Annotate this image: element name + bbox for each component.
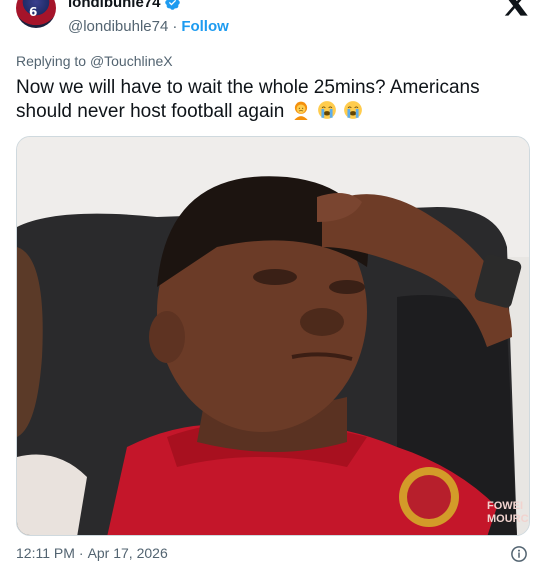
handle-row: @londibuhle74 · Follow	[68, 18, 229, 35]
tweet-time: 12:11 PM	[16, 545, 75, 561]
replying-prefix: Replying to	[16, 53, 87, 69]
tweet-header: 6 londibuhle74 @londibuhle74 · Follow	[0, 0, 546, 44]
tweet-timestamp[interactable]: 12:11 PM · Apr 17, 2026	[16, 545, 168, 561]
shirt-sponsor-text-1: FOWEI	[487, 500, 523, 512]
loudly-crying-face-emoji	[344, 101, 363, 119]
meme-photo: FOWEI MOURC	[17, 137, 529, 535]
reply-mention-link[interactable]: @TouchlineX	[90, 53, 173, 69]
tweet-text: Now we will have to wait the whole 25min…	[16, 76, 526, 124]
display-name[interactable]: londibuhle74	[68, 0, 161, 11]
loudly-crying-face-emoji	[317, 101, 336, 119]
name-row: londibuhle74	[68, 0, 181, 11]
tweet-body: Now we will have to wait the whole 25min…	[16, 77, 480, 122]
avatar[interactable]: 6	[16, 0, 56, 28]
avatar-jersey-number: 6	[29, 5, 38, 19]
info-icon[interactable]	[510, 545, 528, 563]
replying-to: Replying to @TouchlineX	[16, 53, 173, 69]
follow-button[interactable]: Follow	[181, 18, 229, 35]
user-handle[interactable]: @londibuhle74	[68, 18, 168, 35]
timestamp-separator: ·	[78, 545, 84, 561]
tweet-date: Apr 17, 2026	[87, 545, 168, 561]
tweet-media-image[interactable]: FOWEI MOURC	[16, 136, 530, 536]
shirt-sponsor-text-2: MOURC	[487, 513, 529, 525]
person-frowning-emoji	[293, 101, 308, 120]
handle-separator: ·	[172, 18, 178, 35]
verified-badge-icon	[164, 0, 180, 10]
close-icon[interactable]	[503, 0, 529, 18]
